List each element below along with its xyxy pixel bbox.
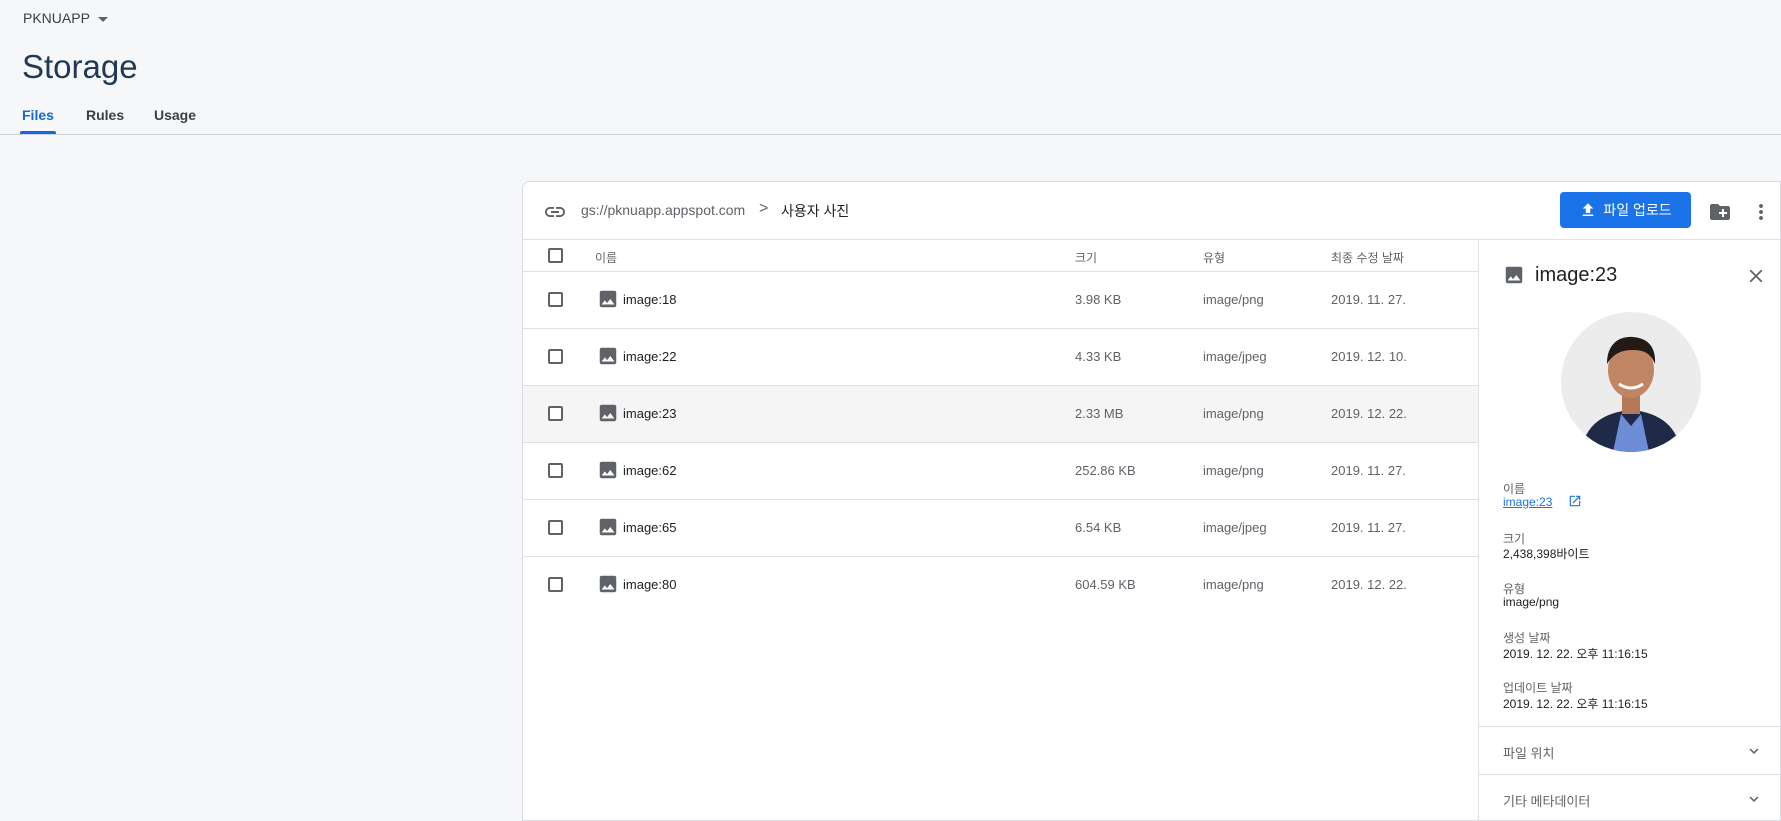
- image-icon: [599, 518, 617, 536]
- tab-rules[interactable]: Rules: [86, 107, 124, 123]
- file-type: image/png: [1203, 406, 1264, 421]
- file-name[interactable]: image:23: [623, 406, 676, 421]
- size-value: 2,438,398바이트: [1503, 547, 1590, 561]
- toolbar: gs://pknuapp.appspot.com > 사용자 사진 파일 업로드: [523, 182, 1780, 240]
- file-size: 6.54 KB: [1075, 520, 1122, 535]
- updated-value: 2019. 12. 22. 오후 11:16:15: [1503, 697, 1648, 711]
- link-icon[interactable]: [543, 200, 567, 224]
- file-browser-panel: gs://pknuapp.appspot.com > 사용자 사진 파일 업로드…: [522, 181, 1781, 821]
- file-table: 이름 크기 유형 최종 수정 날짜 image:18 3.98 KB image…: [523, 240, 1478, 614]
- chevron-down-icon: [1749, 796, 1759, 802]
- row-checkbox[interactable]: [548, 520, 563, 535]
- table-row[interactable]: image:62 252.86 KB image/png 2019. 11. 2…: [523, 443, 1478, 500]
- file-location-label: 파일 위치: [1503, 746, 1555, 761]
- tab-files[interactable]: Files: [22, 107, 54, 123]
- file-modified-date: 2019. 11. 27.: [1331, 520, 1406, 535]
- image-icon: [599, 461, 617, 479]
- page-title: Storage: [22, 48, 138, 85]
- active-tab-indicator: [20, 131, 56, 134]
- file-type: image/png: [1203, 577, 1264, 592]
- column-header-modified[interactable]: 최종 수정 날짜: [1331, 249, 1404, 266]
- file-size: 2.33 MB: [1075, 406, 1124, 421]
- column-header-type[interactable]: 유형: [1203, 249, 1225, 266]
- file-name[interactable]: image:18: [623, 292, 676, 307]
- close-icon[interactable]: [1745, 265, 1767, 287]
- breadcrumb-current-folder: 사용자 사진: [781, 203, 850, 219]
- file-modified-date: 2019. 12. 22.: [1331, 406, 1407, 421]
- row-checkbox[interactable]: [548, 292, 563, 307]
- image-icon: [599, 575, 617, 593]
- column-header-name[interactable]: 이름: [595, 249, 617, 266]
- row-checkbox[interactable]: [548, 406, 563, 421]
- folder-add-icon[interactable]: [1708, 200, 1732, 224]
- file-name[interactable]: image:22: [623, 349, 676, 364]
- tab-usage[interactable]: Usage: [154, 107, 196, 123]
- select-all-checkbox[interactable]: [548, 248, 563, 263]
- row-checkbox[interactable]: [548, 577, 563, 592]
- caret-down-icon: [97, 16, 108, 22]
- table-row[interactable]: image:18 3.98 KB image/png 2019. 11. 27.: [523, 272, 1478, 329]
- file-type: image/jpeg: [1203, 520, 1267, 535]
- other-metadata-section[interactable]: 기타 메타데이터: [1479, 774, 1780, 820]
- upload-file-label: 파일 업로드: [1603, 202, 1672, 218]
- breadcrumb-bucket[interactable]: gs://pknuapp.appspot.com: [581, 202, 745, 218]
- image-icon: [599, 347, 617, 365]
- file-modified-date: 2019. 11. 27.: [1331, 292, 1406, 307]
- file-name[interactable]: image:80: [623, 577, 676, 592]
- table-row[interactable]: image:80 604.59 KB image/png 2019. 12. 2…: [523, 557, 1478, 614]
- file-name[interactable]: image:65: [623, 520, 676, 535]
- row-checkbox[interactable]: [548, 463, 563, 478]
- table-row-selected[interactable]: image:23 2.33 MB image/png 2019. 12. 22.: [523, 386, 1478, 443]
- file-detail-pane: image:23 이름 image:23 크기 2,438,398바이트 유형 …: [1478, 240, 1780, 820]
- table-row[interactable]: image:65 6.54 KB image/jpeg 2019. 11. 27…: [523, 500, 1478, 557]
- file-preview-thumbnail: [1561, 312, 1701, 452]
- file-modified-date: 2019. 11. 27.: [1331, 463, 1406, 478]
- file-size: 252.86 KB: [1075, 463, 1136, 478]
- other-metadata-label: 기타 메타데이터: [1503, 794, 1591, 809]
- file-size: 4.33 KB: [1075, 349, 1122, 364]
- updated-label: 업데이트 날짜: [1503, 681, 1573, 695]
- project-name: PKNUAPP: [23, 10, 90, 26]
- table-header: 이름 크기 유형 최종 수정 날짜: [523, 240, 1478, 272]
- more-vert-icon[interactable]: [1749, 200, 1773, 224]
- file-name-link[interactable]: image:23: [1503, 495, 1552, 509]
- created-value: 2019. 12. 22. 오후 11:16:15: [1503, 647, 1648, 661]
- file-modified-date: 2019. 12. 22.: [1331, 577, 1407, 592]
- detail-title: image:23: [1535, 264, 1618, 286]
- file-type: image/png: [1203, 463, 1264, 478]
- breadcrumb-separator: >: [759, 200, 769, 217]
- image-icon: [599, 404, 617, 422]
- file-modified-date: 2019. 12. 10.: [1331, 349, 1407, 364]
- chevron-down-icon: [1749, 748, 1759, 754]
- tab-bar: Files Rules Usage: [0, 95, 1781, 135]
- upload-file-button[interactable]: 파일 업로드: [1560, 192, 1691, 228]
- project-switcher[interactable]: PKNUAPP: [23, 10, 108, 26]
- upload-icon: [1583, 203, 1594, 216]
- type-value: image/png: [1503, 595, 1560, 609]
- file-size: 604.59 KB: [1075, 577, 1136, 592]
- row-checkbox[interactable]: [548, 349, 563, 364]
- image-icon: [599, 290, 617, 308]
- open-in-new-icon[interactable]: [1568, 494, 1582, 508]
- image-icon: [1505, 266, 1523, 284]
- table-row[interactable]: image:22 4.33 KB image/jpeg 2019. 12. 10…: [523, 329, 1478, 386]
- file-size: 3.98 KB: [1075, 292, 1122, 307]
- file-location-section[interactable]: 파일 위치: [1479, 726, 1780, 774]
- file-name[interactable]: image:62: [623, 463, 676, 478]
- created-label: 생성 날짜: [1503, 631, 1551, 645]
- column-header-size[interactable]: 크기: [1075, 249, 1097, 266]
- file-type: image/png: [1203, 292, 1264, 307]
- file-type: image/jpeg: [1203, 349, 1267, 364]
